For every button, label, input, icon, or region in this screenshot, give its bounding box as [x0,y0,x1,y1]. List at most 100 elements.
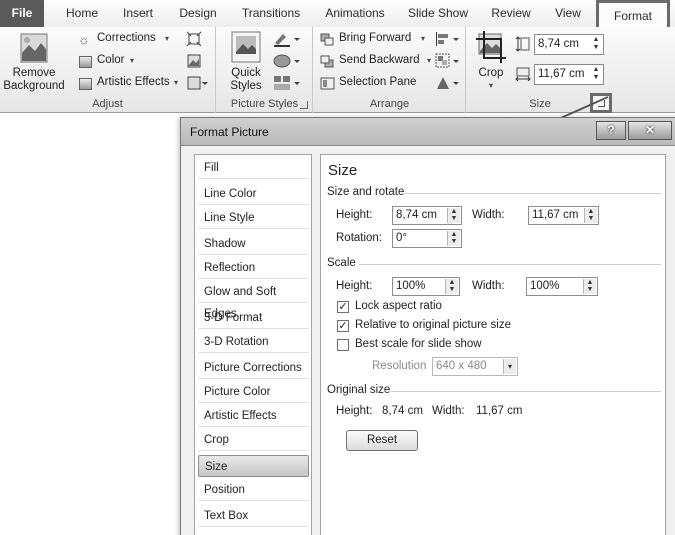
resolution-value: 640 x 480 [436,360,487,372]
best-scale-label[interactable]: Best scale for slide show [355,338,482,350]
tab-insert[interactable]: Insert [114,0,162,27]
nav-item-picture-corrections[interactable]: Picture Corrections [198,357,309,379]
nav-item-line-style[interactable]: Line Style [198,207,309,229]
original-height-label: Height: [336,405,373,417]
chevron-down-icon: ▾ [174,78,179,87]
resolution-label: Resolution [372,360,427,372]
picture-layout-icon[interactable] [273,75,303,91]
height-spinner[interactable]: 8,74 cm ▲ ▼ [392,206,462,225]
section-divider [405,193,661,194]
tab-review[interactable]: Review [484,0,538,27]
dialog-title-bar[interactable]: Format Picture ? ✕ [181,118,675,146]
send-backward-button[interactable]: Send Backward ▾ [320,53,432,71]
tab-slide-show[interactable]: Slide Show [404,0,472,27]
scale-width-spinner[interactable]: 100% ▲ ▼ [526,277,598,296]
best-scale-checkbox[interactable] [337,339,349,351]
tab-file[interactable]: File [0,0,44,27]
scale-height-spinner[interactable]: 100% ▲ ▼ [392,277,460,296]
bring-forward-button[interactable]: Bring Forward ▾ [320,31,426,49]
original-height-value: 8,74 cm [382,405,423,417]
bring-forward-icon [320,33,334,46]
selection-pane-button[interactable]: Selection Pane [320,75,420,93]
chevron-down-icon: ▾ [427,56,432,65]
resolution-dropdown[interactable]: 640 x 480 ▾ [432,357,518,376]
format-picture-dialog: Format Picture ? ✕ Fill Line Color Line … [180,117,675,535]
relative-original-checkbox[interactable]: ✓ [337,320,349,332]
nav-item-line-color[interactable]: Line Color [198,183,309,205]
tab-animations[interactable]: Animations [318,0,392,27]
sun-icon: ☼ [78,32,90,47]
width-spinner[interactable]: 11,67 cm ▲ ▼ [528,206,599,225]
spinner-arrows-icon[interactable]: ▲ ▼ [447,208,460,223]
dialog-launcher-icon[interactable] [300,101,308,109]
quick-styles-icon [231,31,261,63]
rotate-icon[interactable] [435,75,461,91]
crop-button[interactable]: Crop ▾ [471,31,511,93]
nav-item-artistic-effects[interactable]: Artistic Effects [198,405,309,427]
nav-item-position[interactable]: Position [198,479,309,501]
ribbon-tab-bar: File Home Insert Design Transitions Anim… [0,0,675,33]
nav-item-reflection[interactable]: Reflection [198,257,309,279]
shape-width-icon [515,67,531,82]
help-button[interactable]: ? [596,121,626,140]
adjust-group: Remove Background ☼ Corrections ▾ Color … [0,27,216,113]
nav-item-crop[interactable]: Crop [198,429,309,451]
nav-item-fill[interactable]: Fill [198,157,309,179]
quick-styles-button[interactable]: Quick Styles [223,31,269,93]
check-icon: ✓ [338,301,348,313]
quick-styles-label-line1: Quick [231,67,261,79]
compress-pictures-icon[interactable] [186,31,202,47]
tab-view[interactable]: View [548,0,588,27]
remove-background-button[interactable]: Remove Background [3,31,65,93]
nav-item-picture-color[interactable]: Picture Color [198,381,309,403]
picture-styles-group-label: Picture Styles [230,98,299,110]
rotation-spinner[interactable]: 0° ▲ ▼ [392,229,462,248]
send-backward-icon [320,55,334,68]
original-width-label: Width: [432,405,465,417]
lock-aspect-label[interactable]: Lock aspect ratio [355,300,442,312]
scale-width-value: 100% [530,280,560,292]
align-icon[interactable] [435,31,461,47]
reset-button[interactable]: Reset [346,430,418,451]
tab-transitions[interactable]: Transitions [236,0,306,27]
remove-bg-label-line2: Background [3,80,65,92]
ribbon-width-spinner[interactable]: 11,67 cm ▲ ▼ [534,64,604,85]
reset-picture-icon[interactable] [186,75,208,91]
relative-original-label[interactable]: Relative to original picture size [355,319,511,331]
nav-item-size[interactable]: Size [198,455,309,477]
rotation-label: Rotation: [336,232,383,244]
picture-effects-icon[interactable] [273,53,303,69]
slide-canvas[interactable] [0,114,180,535]
bring-forward-label: Bring Forward [339,32,412,44]
spinner-arrows-icon[interactable]: ▲ ▼ [591,36,601,53]
ribbon-height-spinner[interactable]: 8,74 cm ▲ ▼ [534,34,604,55]
ribbon-width-value: 11,67 cm [538,68,585,80]
chevron-down-icon[interactable]: ▾ [503,359,516,374]
chevron-down-icon: ▾ [421,34,426,43]
picture-styles-group: Quick Styles Picture Styles [217,27,313,113]
spinner-arrows-icon[interactable]: ▲ ▼ [583,279,596,294]
spinner-arrows-icon[interactable]: ▲ ▼ [447,231,460,246]
corrections-label: Corrections [97,32,156,44]
tab-design[interactable]: Design [172,0,224,27]
spinner-arrows-icon[interactable]: ▲ ▼ [584,208,597,223]
nav-item-glow-soft-edges[interactable]: Glow and Soft Edges [198,281,309,320]
lock-aspect-checkbox[interactable]: ✓ [337,301,349,313]
arrange-group-label: Arrange [369,98,410,110]
height-label: Height: [336,209,373,221]
tab-home[interactable]: Home [60,0,104,27]
group-icon[interactable] [435,53,461,69]
scale-width-label: Width: [472,280,505,292]
close-button[interactable]: ✕ [628,121,672,140]
nav-item-shadow[interactable]: Shadow [198,233,309,255]
spinner-arrows-icon[interactable]: ▲ ▼ [445,279,458,294]
spinner-arrows-icon[interactable]: ▲ ▼ [591,66,601,83]
picture-border-icon[interactable] [273,31,303,47]
nav-item-3d-format[interactable]: 3-D Format [198,307,309,329]
nav-item-text-box[interactable]: Text Box [198,505,309,527]
artistic-effects-button[interactable]: Artistic Effects ▾ [78,75,184,93]
corrections-button[interactable]: ☼ Corrections ▾ [78,31,178,49]
nav-item-3d-rotation[interactable]: 3-D Rotation [198,331,309,353]
change-picture-icon[interactable] [186,53,202,69]
color-button[interactable]: Color ▾ [78,53,148,71]
